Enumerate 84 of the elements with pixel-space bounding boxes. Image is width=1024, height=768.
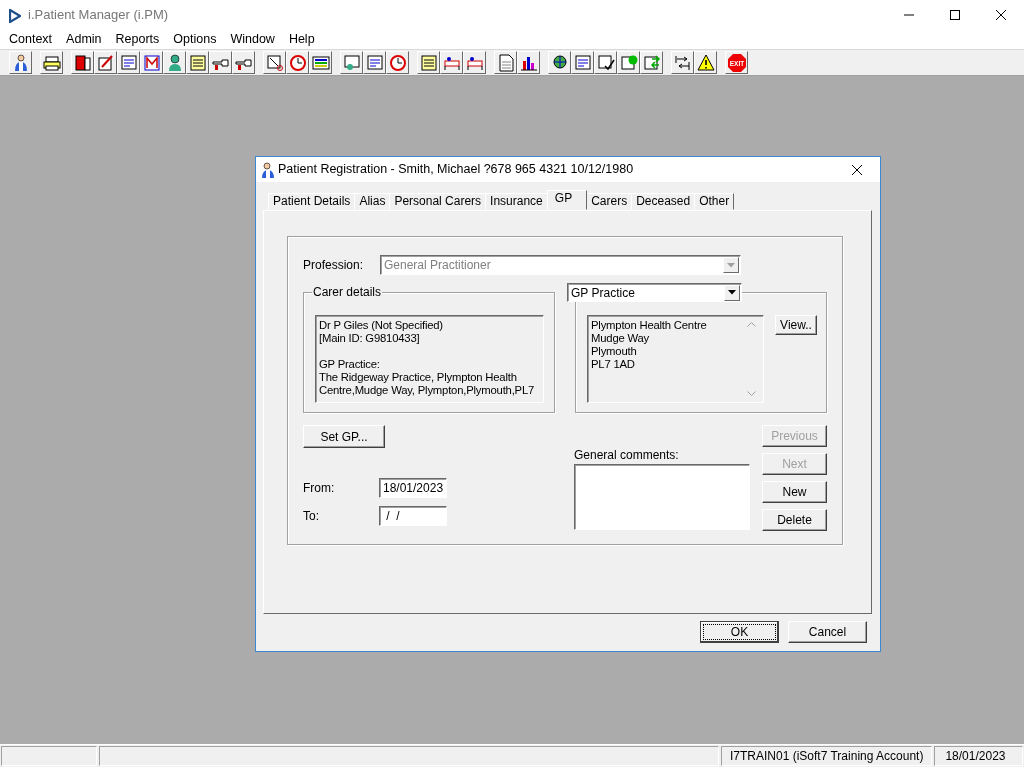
ok-button[interactable]: OK — [700, 621, 779, 643]
menu-item[interactable]: Reports — [108, 30, 167, 49]
toolbar-button[interactable] — [463, 51, 486, 74]
detail-line: Dr P Giles (Not Specified) — [319, 319, 444, 332]
note-icon — [419, 53, 438, 72]
menu-item[interactable]: Admin — [59, 30, 109, 49]
detail-line: GP Practice: — [319, 358, 381, 371]
tab[interactable]: GP — [546, 190, 588, 210]
toolbar-button[interactable] — [694, 51, 717, 74]
app-title: i.Patient Manager (i.PM) — [28, 6, 169, 25]
toolbar-button[interactable] — [594, 51, 617, 74]
profession-value: General Practitioner — [384, 257, 491, 274]
tab[interactable]: Patient Details — [268, 193, 356, 210]
toolbar-button[interactable] — [548, 51, 571, 74]
scroll-down-icon — [747, 391, 756, 396]
form-arrows-icon — [642, 53, 661, 72]
from-label: From: — [303, 480, 336, 497]
carer-details-label: Carer details — [312, 285, 383, 299]
status-user: I7TRAIN01 (iSoft7 Training Account) — [721, 746, 933, 766]
dropdown-arrow-icon — [728, 290, 736, 295]
form-check-icon — [596, 53, 615, 72]
status-date: 18/01/2023 — [934, 746, 1023, 766]
notepad-pencil-icon — [96, 53, 115, 72]
address-line: Mudge Way — [591, 332, 651, 345]
side-button[interactable]: New — [762, 481, 827, 503]
tab[interactable]: Personal Carers — [389, 193, 487, 210]
detail-line: [Main ID: G9810433] — [319, 332, 421, 345]
list-icon — [311, 53, 330, 72]
address-line: Plympton Health Centre — [591, 319, 708, 332]
printer-icon — [42, 53, 61, 72]
form-icon — [619, 53, 638, 72]
toolbar-button[interactable] — [40, 51, 63, 74]
dropdown-arrow-icon — [727, 262, 735, 268]
comments-field[interactable] — [574, 464, 750, 530]
menu-item[interactable]: Help — [281, 30, 322, 49]
mail-icon — [142, 53, 161, 72]
doctor-icon — [259, 161, 275, 178]
globe-icon — [550, 53, 569, 72]
close-icon — [851, 163, 863, 176]
address-line: Plymouth — [591, 345, 638, 358]
close-icon — [995, 10, 1007, 20]
tab[interactable]: Insurance — [485, 193, 548, 210]
toolbar-button[interactable] — [71, 51, 94, 74]
practice-value: GP Practice — [571, 284, 635, 302]
toolbar-button[interactable] — [263, 51, 286, 74]
tab[interactable]: Alias — [354, 193, 391, 210]
set-gp-button[interactable]: Set GP... — [303, 425, 385, 448]
cancel-button[interactable]: Cancel — [788, 621, 867, 643]
view-button[interactable]: View.. — [775, 315, 817, 335]
address-line: PL7 1AD — [591, 358, 636, 371]
document-search-icon — [265, 53, 284, 72]
menu-item[interactable]: Window — [223, 30, 282, 49]
to-label: To: — [303, 508, 320, 525]
toolbar-button[interactable] — [309, 51, 332, 74]
monitor-person-icon — [342, 53, 361, 72]
toolbar-button[interactable] — [440, 51, 463, 74]
book-icon — [73, 53, 92, 72]
page-icon — [496, 53, 515, 72]
maximize-icon — [949, 10, 961, 20]
to-date-field[interactable]: / / — [379, 506, 447, 526]
toolbar-button[interactable] — [671, 51, 694, 74]
from-date-field[interactable]: 18/01/2023 — [379, 478, 447, 498]
detail-line: The Ridgeway Practice, Plympton Health Centre,Mudge Way, Plympton,Plymouth,PL7 — [319, 371, 536, 397]
form-icon — [365, 53, 384, 72]
toolbar-button[interactable] — [163, 51, 186, 74]
clock-icon — [388, 53, 407, 72]
tab[interactable]: Other — [694, 193, 735, 210]
profession-label: Profession: — [303, 257, 365, 274]
menu-item[interactable]: Options — [166, 30, 224, 49]
menu-item[interactable]: Context — [2, 30, 60, 49]
dialog-title: Patient Registration - Smith, Michael ?678 965 4321 10/12/1980 — [278, 161, 634, 179]
form-icon — [119, 53, 138, 72]
side-button[interactable]: Delete — [762, 509, 827, 531]
toolbar-button[interactable] — [517, 51, 540, 74]
arrows-icon — [673, 53, 692, 72]
warning-icon — [696, 53, 715, 72]
clock-icon — [288, 53, 307, 72]
app-logo-icon — [9, 8, 21, 23]
tab[interactable]: Deceased — [631, 193, 696, 210]
note-icon — [188, 53, 207, 72]
form-icon — [573, 53, 592, 72]
practice-dropdown[interactable]: GP Practice — [567, 283, 742, 302]
scroll-up-icon — [747, 322, 756, 327]
comments-label: General comments: — [574, 448, 680, 462]
